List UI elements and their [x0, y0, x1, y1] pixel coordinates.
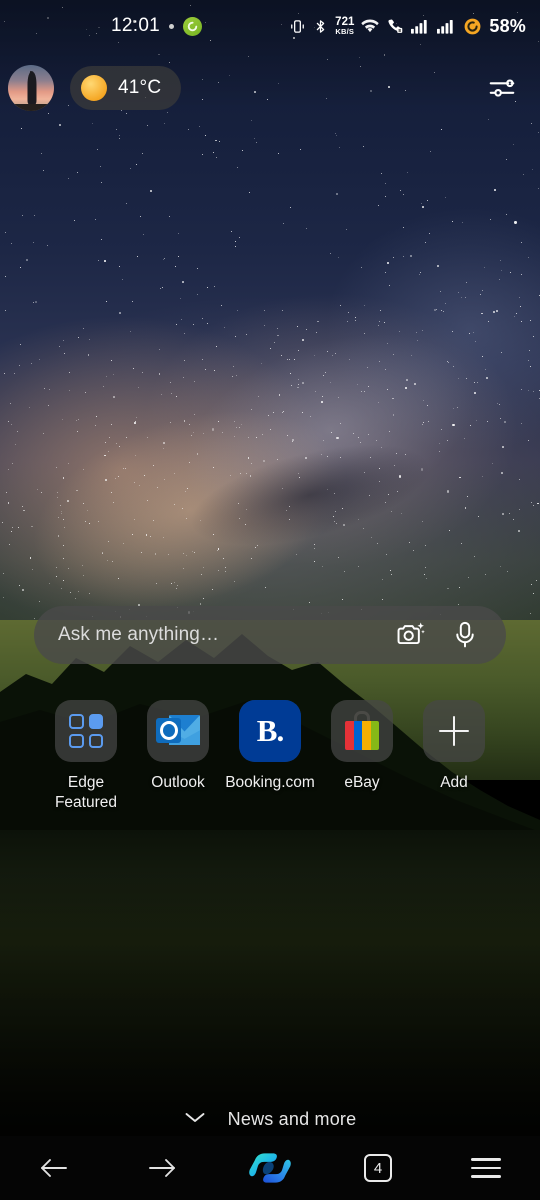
- bag-stripe-yellow: [362, 721, 371, 750]
- screen-vignette: [0, 0, 540, 1200]
- network-speed-indicator: 721 KB/S: [335, 16, 355, 36]
- grid-cell-bl: [69, 733, 84, 748]
- shortcut-row: Edge Featured Outlook B. Booking.com eBa…: [0, 700, 540, 813]
- shortcut-ebay[interactable]: eBay: [316, 700, 408, 813]
- bag-stripe-red: [345, 721, 354, 750]
- shortcut-add[interactable]: Add: [408, 700, 500, 813]
- status-bar-left: 12:01: [111, 15, 203, 37]
- avatar-silhouette-figure: [27, 72, 37, 104]
- shortcut-edge-featured[interactable]: Edge Featured: [40, 700, 132, 813]
- ebay-tile[interactable]: [331, 700, 393, 762]
- signal-sim1-icon: [411, 19, 430, 34]
- status-separator-dot: [169, 23, 175, 29]
- missed-call-icon: 8: [386, 18, 404, 34]
- bag-stripe-blue: [353, 721, 362, 750]
- battery-percent-label: 58%: [489, 15, 526, 36]
- news-and-more-label: News and more: [227, 1108, 357, 1129]
- camera-lens-search-icon[interactable]: [388, 612, 434, 658]
- avatar-ground: [8, 103, 54, 111]
- chevron-down-icon: [184, 1110, 206, 1129]
- shortcut-label: eBay: [344, 774, 380, 791]
- status-bar: 12:01 721 KB/S 8 58%: [0, 0, 540, 52]
- shortcut-booking-com[interactable]: B. Booking.com: [224, 700, 316, 813]
- grid-cell-tr: [88, 714, 103, 729]
- back-arrow-icon: [41, 1159, 67, 1177]
- bag-stripe-green: [370, 721, 379, 750]
- weather-pill[interactable]: 41°C: [70, 66, 182, 110]
- shortcut-label: Edge Featured: [40, 773, 132, 813]
- outlook-tile[interactable]: [147, 700, 209, 762]
- edge-featured-tile[interactable]: [55, 700, 117, 762]
- clock: 12:01: [111, 15, 161, 36]
- battery-icon: [463, 17, 482, 36]
- search-input[interactable]: Ask me anything…: [58, 624, 388, 646]
- status-bar-right: 721 KB/S 8 58%: [289, 16, 526, 37]
- copilot-icon: [249, 1153, 291, 1183]
- tab-switcher-button[interactable]: 4: [324, 1136, 432, 1200]
- booking-b-glyph: B.: [256, 713, 284, 748]
- hamburger-line-3: [471, 1175, 501, 1178]
- forward-arrow-icon: [149, 1159, 175, 1177]
- search-bar[interactable]: Ask me anything…: [34, 606, 506, 664]
- booking-com-icon: B.: [239, 700, 301, 762]
- menu-button[interactable]: [432, 1136, 540, 1200]
- outlook-icon: [156, 713, 200, 749]
- wifi-icon: [361, 18, 380, 34]
- tab-count-badge: 4: [364, 1154, 392, 1182]
- sliders-settings-icon[interactable]: [480, 66, 524, 110]
- weather-temperature: 41°C: [118, 77, 162, 98]
- hamburger-line-1: [471, 1158, 501, 1161]
- bag-body: [345, 721, 379, 750]
- back-button[interactable]: [0, 1136, 108, 1200]
- network-speed-unit: KB/S: [335, 27, 355, 36]
- bluetooth-icon: [313, 18, 328, 35]
- vibrate-icon: [289, 18, 306, 35]
- shortcut-label: Booking.com: [225, 774, 315, 791]
- hamburger-menu-icon: [471, 1158, 501, 1178]
- wallpaper: [0, 0, 540, 1200]
- hamburger-line-2: [471, 1166, 501, 1170]
- edge-featured-grid-icon: [69, 714, 103, 748]
- svg-text:8: 8: [399, 28, 402, 33]
- forward-button[interactable]: [108, 1136, 216, 1200]
- green-app-badge-icon: [183, 16, 203, 36]
- phone-screen: 12:01 721 KB/S 8 58% 41°C Ask me anythin…: [0, 0, 540, 1200]
- booking-tile[interactable]: B.: [239, 700, 301, 762]
- home-top-bar: 41°C: [0, 60, 540, 116]
- news-and-more-toggle[interactable]: News and more: [0, 1102, 540, 1136]
- bottom-navigation-bar: 4: [0, 1136, 540, 1200]
- avatar[interactable]: [8, 65, 54, 111]
- add-tile[interactable]: [423, 700, 485, 762]
- grid-cell-tl: [69, 714, 84, 729]
- sun-icon: [81, 75, 107, 101]
- copilot-button[interactable]: [216, 1136, 324, 1200]
- signal-sim2-icon: [437, 19, 456, 34]
- plus-add-icon: [439, 716, 469, 746]
- shortcut-label: Add: [440, 774, 468, 791]
- grid-cell-br: [88, 733, 103, 748]
- shortcut-label: Outlook: [151, 774, 205, 791]
- outlook-o-glyph: [156, 718, 181, 743]
- shortcut-label-line1: Edge: [67, 774, 105, 791]
- shortcut-outlook[interactable]: Outlook: [132, 700, 224, 813]
- ebay-shopping-bag-icon: [342, 711, 382, 751]
- microphone-icon[interactable]: [442, 612, 488, 658]
- shortcut-label-line2: Featured: [54, 793, 118, 811]
